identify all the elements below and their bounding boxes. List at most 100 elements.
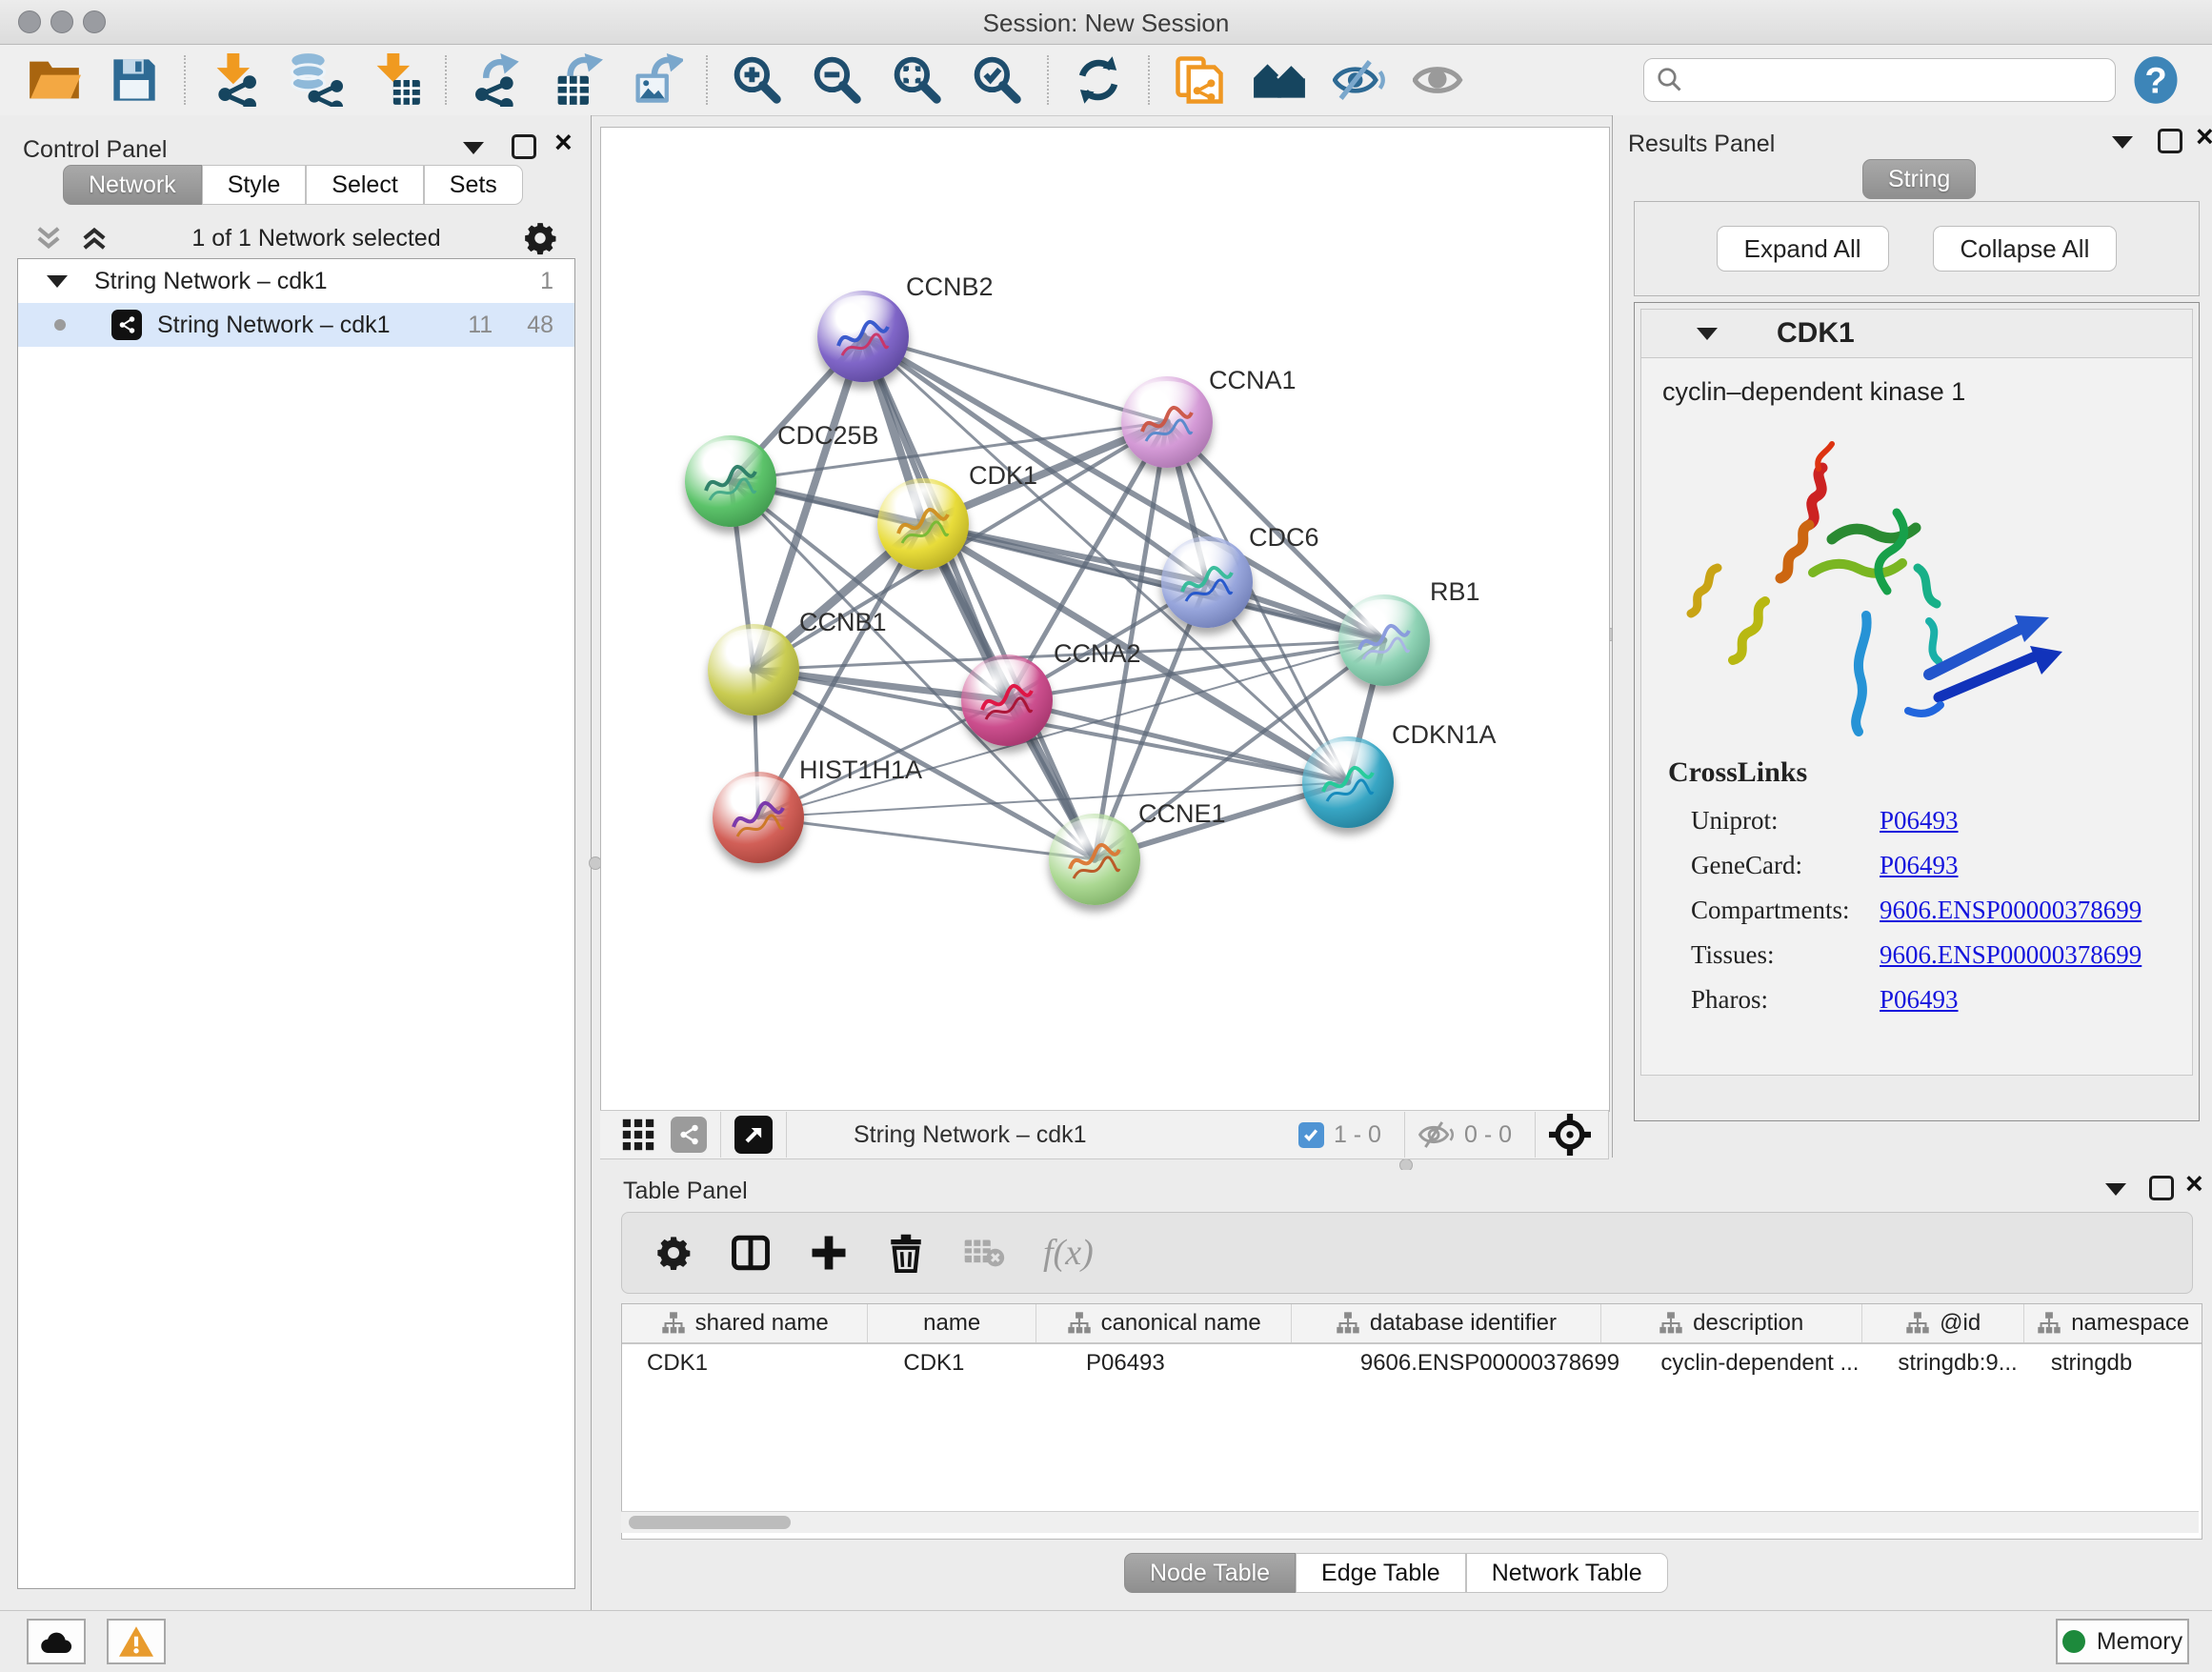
expand-all-button[interactable]: Expand All	[1717, 226, 1889, 272]
cdk1-section-body: cyclin–dependent kinase 1 C	[1640, 358, 2193, 1076]
table-tabs: Node Table Edge Table Network Table	[1124, 1553, 1668, 1593]
tab-node-table[interactable]: Node Table	[1124, 1553, 1296, 1593]
protein-structure-thumbnail	[895, 503, 952, 549]
grid-view-icon[interactable]	[621, 1118, 655, 1152]
close-panel-icon[interactable]: ×	[2185, 1174, 2203, 1193]
horizontal-scrollbar[interactable]	[621, 1511, 2199, 1533]
show-columns-icon[interactable]	[731, 1233, 771, 1273]
uniprot-link[interactable]: P06493	[1880, 806, 1959, 835]
tab-string[interactable]: String	[1862, 159, 1976, 199]
network-node-ccnb2[interactable]	[817, 291, 909, 382]
float-panel-icon[interactable]	[2149, 1176, 2174, 1200]
network-node-cdk1[interactable]	[877, 478, 969, 570]
genecard-link[interactable]: P06493	[1880, 851, 1959, 879]
show-all-button[interactable]	[1410, 52, 1469, 108]
export-table-button[interactable]	[547, 52, 606, 108]
delete-column-icon[interactable]	[887, 1233, 925, 1273]
protein-structure-image	[1679, 425, 2089, 749]
hide-selected-button[interactable]	[1330, 52, 1389, 108]
zoom-selected-button[interactable]	[968, 52, 1027, 108]
network-node-cdc6[interactable]	[1161, 536, 1253, 628]
gear-icon[interactable]	[654, 1234, 693, 1272]
save-session-button[interactable]	[105, 52, 164, 108]
cytoscape-window: { "window": { "title": "Session: New Ses…	[0, 0, 2212, 1671]
node-label-ccna2: CCNA2	[1054, 639, 1141, 669]
close-panel-icon[interactable]: ×	[554, 132, 573, 151]
protein-structure-thumbnail	[1319, 761, 1377, 807]
warnings-button[interactable]	[107, 1619, 166, 1664]
tab-network[interactable]: Network	[63, 165, 202, 205]
network-node-cdc25b[interactable]	[685, 435, 776, 527]
tab-sets[interactable]: Sets	[424, 165, 523, 205]
network-node-ccna2[interactable]	[961, 655, 1053, 746]
tissues-link[interactable]: 9606.ENSP00000378699	[1880, 940, 2142, 969]
float-panel-icon[interactable]	[2158, 129, 2182, 153]
panel-menu-icon[interactable]	[2105, 1183, 2126, 1196]
import-network-database-button[interactable]	[286, 52, 345, 108]
column-header[interactable]: shared name	[622, 1304, 868, 1342]
network-node-rb1[interactable]	[1338, 594, 1430, 686]
clone-network-button[interactable]	[1170, 52, 1229, 108]
open-session-button[interactable]	[25, 52, 84, 108]
network-node-ccna1[interactable]	[1121, 376, 1213, 468]
column-header[interactable]: name	[868, 1304, 1036, 1342]
network-node-ccnb1[interactable]	[708, 624, 799, 715]
close-panel-icon[interactable]: ×	[2196, 127, 2212, 146]
network-node-hist1h1a[interactable]	[713, 772, 804, 863]
network-canvas[interactable]: CCNB2 CCNA1 CDC25B CDK1 CDC6 RB1CCNB1 CC…	[600, 127, 1610, 1112]
tree-expand-icon[interactable]	[47, 275, 68, 288]
search-input[interactable]	[1684, 66, 2069, 94]
cdk1-section-header[interactable]: CDK1	[1640, 309, 2193, 358]
collapse-all-button[interactable]: Collapse All	[1933, 226, 2118, 272]
help-button[interactable]: ?	[2126, 52, 2185, 108]
zoom-out-button[interactable]	[808, 52, 867, 108]
crosslink-row: Uniprot:P06493	[1691, 798, 2142, 843]
tab-network-table[interactable]: Network Table	[1466, 1553, 1668, 1593]
shared-column-icon	[1336, 1311, 1360, 1336]
network-edge[interactable]	[758, 817, 1095, 859]
network-list: String Network – cdk1 1 String Network –…	[17, 258, 575, 1589]
add-column-icon[interactable]	[809, 1233, 849, 1273]
results-scroll-area[interactable]: CDK1 cyclin–dependent kinase 1	[1634, 302, 2200, 1121]
home-button[interactable]	[1250, 52, 1309, 108]
gear-icon[interactable]	[522, 220, 558, 256]
network-collection-row[interactable]: String Network – cdk1 1	[18, 259, 574, 303]
export-network-button[interactable]	[467, 52, 526, 108]
column-header[interactable]: canonical name	[1036, 1304, 1292, 1342]
pharos-link[interactable]: P06493	[1880, 985, 1959, 1014]
column-header[interactable]: namespace	[2024, 1304, 2202, 1342]
birdseye-view-icon[interactable]	[734, 1116, 773, 1154]
import-network-file-button[interactable]	[206, 52, 265, 108]
column-header[interactable]: description	[1601, 1304, 1862, 1342]
scrollbar-thumb[interactable]	[629, 1516, 791, 1529]
panel-menu-icon[interactable]	[463, 142, 484, 154]
selected-checkbox[interactable]	[1298, 1122, 1324, 1148]
tab-style[interactable]: Style	[202, 165, 307, 205]
zoom-in-button[interactable]	[728, 52, 787, 108]
zoom-in-icon	[732, 54, 783, 106]
section-collapse-icon[interactable]	[1697, 328, 1718, 340]
network-view-icon[interactable]	[671, 1117, 707, 1153]
node-label-rb1: RB1	[1430, 577, 1480, 607]
center-view-icon[interactable]	[1549, 1114, 1591, 1156]
export-image-button[interactable]	[627, 52, 686, 108]
import-table-file-button[interactable]	[366, 52, 425, 108]
table-row[interactable]: CDK1 CDK1 P06493 9606.ENSP00000378699 cy…	[622, 1344, 2202, 1386]
compartments-link[interactable]: 9606.ENSP00000378699	[1880, 896, 2142, 924]
memory-button[interactable]: Memory	[2056, 1619, 2189, 1664]
apply-layout-button[interactable]	[1069, 52, 1128, 108]
tab-edge-table[interactable]: Edge Table	[1296, 1553, 1466, 1593]
column-header[interactable]: @id	[1862, 1304, 2025, 1342]
column-header[interactable]: database identifier	[1292, 1304, 1600, 1342]
zoom-fit-button[interactable]	[888, 52, 947, 108]
expand-all-icon[interactable]	[78, 222, 111, 254]
panel-menu-icon[interactable]	[2112, 136, 2133, 149]
network-node-ccne1[interactable]	[1049, 814, 1140, 905]
network-row-selected[interactable]: String Network – cdk1 11 48	[18, 303, 574, 347]
tab-select[interactable]: Select	[306, 165, 423, 205]
float-panel-icon[interactable]	[512, 134, 536, 159]
network-node-cdkn1a[interactable]	[1302, 736, 1394, 828]
node-label-cdc6: CDC6	[1249, 523, 1319, 553]
cloud-status-button[interactable]	[27, 1619, 86, 1664]
collapse-all-icon[interactable]	[32, 222, 65, 254]
